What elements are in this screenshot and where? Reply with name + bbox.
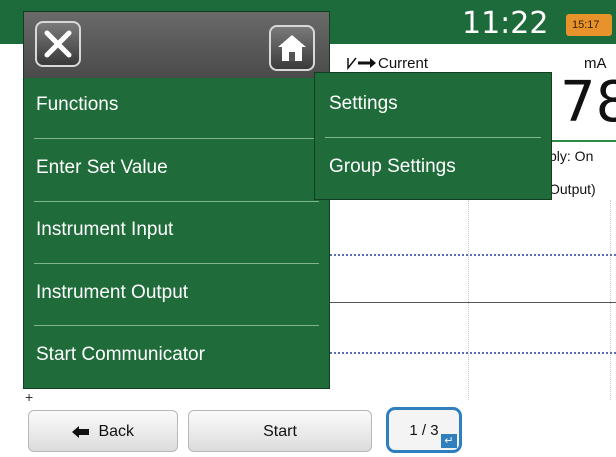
sub-menu: Settings Group Settings xyxy=(314,72,552,200)
center-line xyxy=(330,302,616,303)
menu-item-label: Instrument Output xyxy=(36,282,189,303)
menu-header xyxy=(24,12,329,78)
menu-item-functions[interactable]: Functions xyxy=(24,74,329,136)
enter-icon: ↵ xyxy=(441,434,457,448)
supply-status: ply: On xyxy=(549,148,594,164)
menu-item-instrument-output[interactable]: Instrument Output xyxy=(24,262,329,324)
main-menu: Functions Enter Set Value Instrument Inp… xyxy=(23,11,330,389)
menu-item-label: Instrument Input xyxy=(36,219,174,240)
menu-item-label: Functions xyxy=(36,94,119,115)
plus-marker: + xyxy=(25,389,34,405)
menu-item-label: Enter Set Value xyxy=(36,157,168,178)
measurement-value: 78 xyxy=(560,70,616,135)
clock: 11:22 xyxy=(462,6,549,41)
menu-item-settings[interactable]: Settings xyxy=(315,73,551,135)
menu-item-label: Settings xyxy=(329,93,398,114)
limit-line-lower xyxy=(330,352,616,354)
menu-item-group-settings[interactable]: Group Settings xyxy=(315,136,551,198)
grid-line xyxy=(468,200,469,400)
close-button[interactable] xyxy=(35,21,81,67)
menu-item-enter-set-value[interactable]: Enter Set Value xyxy=(24,137,329,199)
output-label: Output) xyxy=(549,181,596,197)
back-label: Back xyxy=(98,423,135,440)
start-button[interactable]: Start xyxy=(188,410,372,452)
home-button[interactable] xyxy=(269,25,315,71)
page-label: 1 / 3 xyxy=(409,422,439,439)
arrow-left-icon xyxy=(71,423,98,440)
menu-item-instrument-input[interactable]: Instrument Input xyxy=(24,199,329,261)
time-badge: 15:17 xyxy=(566,14,612,36)
menu-item-label: Start Communicator xyxy=(36,344,205,365)
grid-line xyxy=(610,200,611,400)
limit-line-upper xyxy=(330,254,616,256)
page-button[interactable]: 1 / 3 ↵ xyxy=(386,407,462,453)
measurement-label: Current xyxy=(378,55,429,72)
start-label: Start xyxy=(263,423,297,440)
menu-item-start-communicator[interactable]: Start Communicator xyxy=(24,324,329,386)
menu-item-label: Group Settings xyxy=(329,156,456,177)
back-button[interactable]: Back xyxy=(28,410,178,452)
